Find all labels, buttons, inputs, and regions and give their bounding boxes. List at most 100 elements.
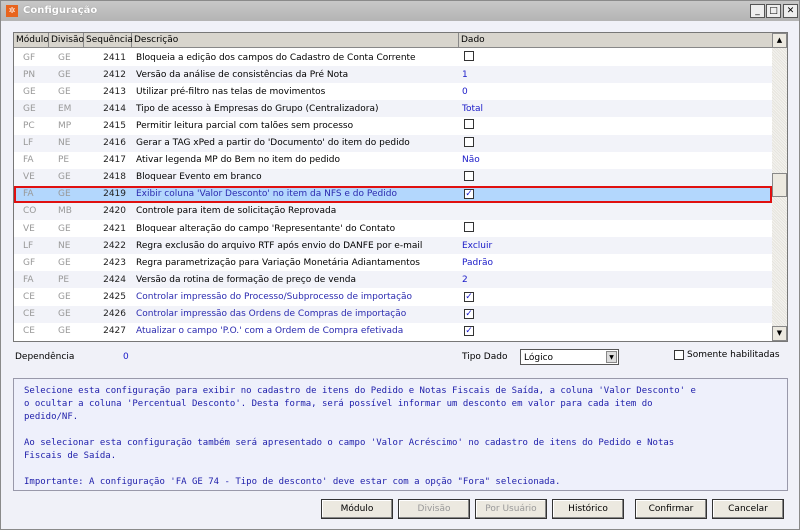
cell-divisao: GE bbox=[58, 172, 71, 183]
window-title: Configuração bbox=[23, 5, 98, 16]
cell-divisao: GE bbox=[58, 291, 71, 302]
scroll-thumb[interactable] bbox=[772, 173, 787, 197]
vertical-scrollbar[interactable]: ▲ ▼ bbox=[772, 33, 787, 341]
divisao-button[interactable]: Divisão bbox=[398, 499, 470, 519]
cell-sequencia: 2426 bbox=[103, 309, 126, 319]
dependencia-value: 0 bbox=[123, 352, 129, 362]
col-header-modulo[interactable]: Módulo bbox=[14, 33, 49, 48]
cell-divisao: MB bbox=[58, 206, 72, 217]
checkbox-icon[interactable] bbox=[464, 51, 474, 61]
cell-dado[interactable]: ✓ bbox=[459, 291, 474, 302]
table-row[interactable]: GE EM 2414 Tipo de acesso à Empresas do Gru… bbox=[14, 100, 772, 118]
configuracao-window: ✲ Configuração _ □ ✕ Módulo Divisão Sequ… bbox=[0, 0, 800, 530]
cell-descricao: Versão da rotina de formação de preço de… bbox=[136, 274, 356, 285]
table-row[interactable]: CE GE 2425 Controlar impressão do Processo/… bbox=[14, 288, 772, 305]
checked-checkbox-icon[interactable]: ✓ bbox=[464, 291, 474, 302]
table-row[interactable]: GF GE 2423 Regra parametrização para Variaç… bbox=[14, 254, 772, 271]
checked-checkbox-icon[interactable]: ✓ bbox=[464, 309, 474, 319]
cell-modulo: GF bbox=[23, 257, 36, 268]
table-row[interactable]: FA PE 2417 Ativar legenda MP do Bem no item… bbox=[14, 152, 772, 169]
table-row[interactable]: VE GE 2418 Bloquear Evento em branco bbox=[14, 168, 772, 186]
cell-modulo: FA bbox=[23, 189, 34, 200]
col-header-divisao[interactable]: Divisão bbox=[49, 33, 84, 48]
cancelar-button[interactable]: Cancelar bbox=[712, 499, 784, 519]
table-row[interactable]: CE GE 2427 Atualizar o campo 'P.O.' com a O… bbox=[14, 323, 772, 340]
cell-descricao: Atualizar o campo 'P.O.' com a Ordem de … bbox=[136, 326, 404, 337]
checked-checkbox-icon[interactable]: ✓ bbox=[464, 326, 474, 337]
cell-modulo: LF bbox=[23, 240, 34, 251]
col-header-sequencia[interactable]: Sequência bbox=[84, 33, 133, 48]
cell-descricao: Regra parametrização para Variação Monet… bbox=[136, 257, 420, 268]
cell-modulo: CO bbox=[23, 206, 37, 217]
cell-dado[interactable] bbox=[459, 222, 474, 235]
cell-divisao: NE bbox=[58, 240, 71, 251]
cell-modulo: CE bbox=[23, 309, 35, 319]
table-row[interactable]: PN GE 2412 Versão da análise de consistênci… bbox=[14, 66, 772, 84]
cell-dado: 1 bbox=[462, 69, 468, 80]
somente-habilitadas-checkbox[interactable]: Somente habilitadas bbox=[674, 350, 780, 360]
scroll-up-button[interactable]: ▲ bbox=[772, 33, 787, 48]
cell-modulo: VE bbox=[23, 172, 35, 183]
checkbox-icon[interactable] bbox=[464, 119, 474, 130]
table-row[interactable]: GF GE 2411 Bloqueia a edição dos campos do … bbox=[14, 49, 772, 66]
cell-dado[interactable] bbox=[459, 170, 474, 184]
cell-sequencia: 2420 bbox=[103, 206, 126, 217]
col-header-dado[interactable]: Dado bbox=[459, 33, 772, 48]
checkbox-icon[interactable] bbox=[464, 222, 474, 232]
chevron-down-icon[interactable]: ▼ bbox=[606, 351, 617, 363]
cell-dado: 0 bbox=[462, 86, 468, 97]
checked-checkbox-icon[interactable]: ✓ bbox=[464, 189, 474, 200]
cell-sequencia: 2424 bbox=[103, 274, 126, 285]
table-row[interactable]: VE GE 2421 Bloquear alteração do campo 'Rep… bbox=[14, 220, 772, 237]
table-row[interactable]: FA GE 2419 Exibir coluna 'Valor Desconto' n… bbox=[14, 185, 772, 203]
modulo-button[interactable]: Módulo bbox=[321, 499, 393, 519]
cell-descricao: Bloqueia a edição dos campos do Cadastro… bbox=[136, 52, 416, 63]
table-row[interactable]: GE GE 2413 Utilizar pré-filtro nas telas de… bbox=[14, 83, 772, 100]
cell-dado[interactable] bbox=[459, 51, 474, 64]
cell-modulo: GE bbox=[23, 86, 36, 97]
cell-sequencia: 2425 bbox=[103, 291, 126, 302]
cell-sequencia: 2418 bbox=[103, 172, 126, 183]
cell-dado[interactable] bbox=[459, 136, 474, 150]
table-row[interactable]: PC MP 2415 Permitir leitura parcial com tal… bbox=[14, 117, 772, 134]
cell-dado[interactable]: ✓ bbox=[459, 189, 474, 200]
table-row[interactable]: CO MB 2420 Controle para item de solicitaçã… bbox=[14, 202, 772, 220]
cell-divisao: MP bbox=[58, 120, 72, 131]
minimize-button[interactable]: _ bbox=[750, 4, 765, 18]
cell-descricao: Ativar legenda MP do Bem no item do pedi… bbox=[136, 155, 341, 166]
historico-button[interactable]: Histórico bbox=[552, 499, 624, 519]
checkbox-icon[interactable] bbox=[464, 170, 474, 181]
cell-descricao: Controle para item de solicitação Reprov… bbox=[136, 206, 337, 217]
cell-sequencia: 2411 bbox=[103, 52, 126, 63]
tipo-dado-label: Tipo Dado bbox=[462, 352, 508, 362]
table-row[interactable]: FA PE 2424 Versão da rotina de formação de … bbox=[14, 271, 772, 289]
cell-descricao: Bloquear alteração do campo 'Representan… bbox=[136, 223, 396, 234]
cell-dado[interactable]: ✓ bbox=[459, 309, 474, 319]
cell-divisao: GE bbox=[58, 326, 71, 337]
maximize-button[interactable]: □ bbox=[766, 4, 781, 18]
por-usuario-button[interactable]: Por Usuário bbox=[475, 499, 547, 519]
cell-divisao: GE bbox=[58, 69, 71, 80]
col-header-descricao[interactable]: Descrição bbox=[132, 33, 459, 48]
cell-descricao: Versão da análise de consistências da Pr… bbox=[136, 69, 349, 80]
table-row[interactable]: LF NE 2422 Regra exclusão do arquivo RTF ap… bbox=[14, 237, 772, 255]
cell-sequencia: 2416 bbox=[103, 138, 126, 148]
cell-divisao: GE bbox=[58, 86, 71, 97]
table-row[interactable]: LF NE 2416 Gerar a TAG xPed a partir do 'Do… bbox=[14, 134, 772, 152]
scroll-down-button[interactable]: ▼ bbox=[772, 326, 787, 341]
cell-sequencia: 2423 bbox=[103, 257, 126, 268]
cell-dado[interactable] bbox=[459, 119, 474, 132]
cell-dado[interactable]: ✓ bbox=[459, 326, 474, 337]
tipo-dado-select[interactable]: Lógico ▼ bbox=[520, 349, 619, 365]
close-button[interactable]: ✕ bbox=[783, 4, 798, 18]
checkbox-icon[interactable] bbox=[464, 136, 474, 147]
cell-descricao: Bloquear Evento em branco bbox=[136, 172, 262, 183]
checkbox-icon[interactable] bbox=[674, 350, 684, 360]
cell-modulo: FA bbox=[23, 274, 34, 285]
cell-modulo: CE bbox=[23, 291, 35, 302]
confirmar-button[interactable]: Confirmar bbox=[635, 499, 707, 519]
title-bar: ✲ Configuração _ □ ✕ bbox=[1, 1, 799, 21]
cell-dado: Padrão bbox=[462, 257, 493, 268]
table-row[interactable]: CE GE 2426 Controlar impressão das Ordens d… bbox=[14, 305, 772, 323]
description-text: Selecione esta configuração para exibir … bbox=[13, 378, 788, 491]
